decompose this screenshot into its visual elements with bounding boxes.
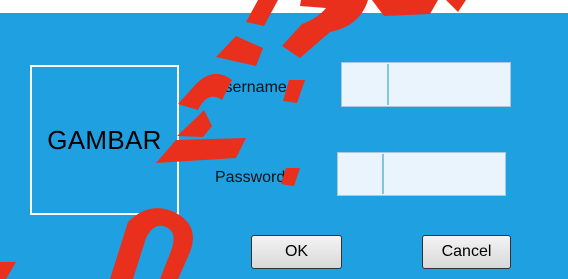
ok-button[interactable]: OK (251, 235, 342, 269)
password-input[interactable] (337, 152, 506, 196)
top-strip (0, 0, 568, 13)
text-caret (387, 64, 389, 105)
username-input[interactable] (341, 62, 511, 107)
image-placeholder-label: GAMBAR (47, 124, 162, 155)
password-label: Password (215, 169, 286, 186)
login-dialog: GAMBAR Username Password OK Cancel (0, 0, 568, 279)
image-placeholder: GAMBAR (30, 65, 179, 215)
watermark-stroke (0, 262, 16, 279)
watermark-stroke (216, 36, 263, 66)
cancel-button[interactable]: Cancel (422, 235, 511, 269)
watermark-stroke (177, 110, 212, 137)
text-caret (382, 154, 384, 194)
username-label: Username (213, 79, 287, 96)
watermark-stroke (110, 208, 193, 279)
